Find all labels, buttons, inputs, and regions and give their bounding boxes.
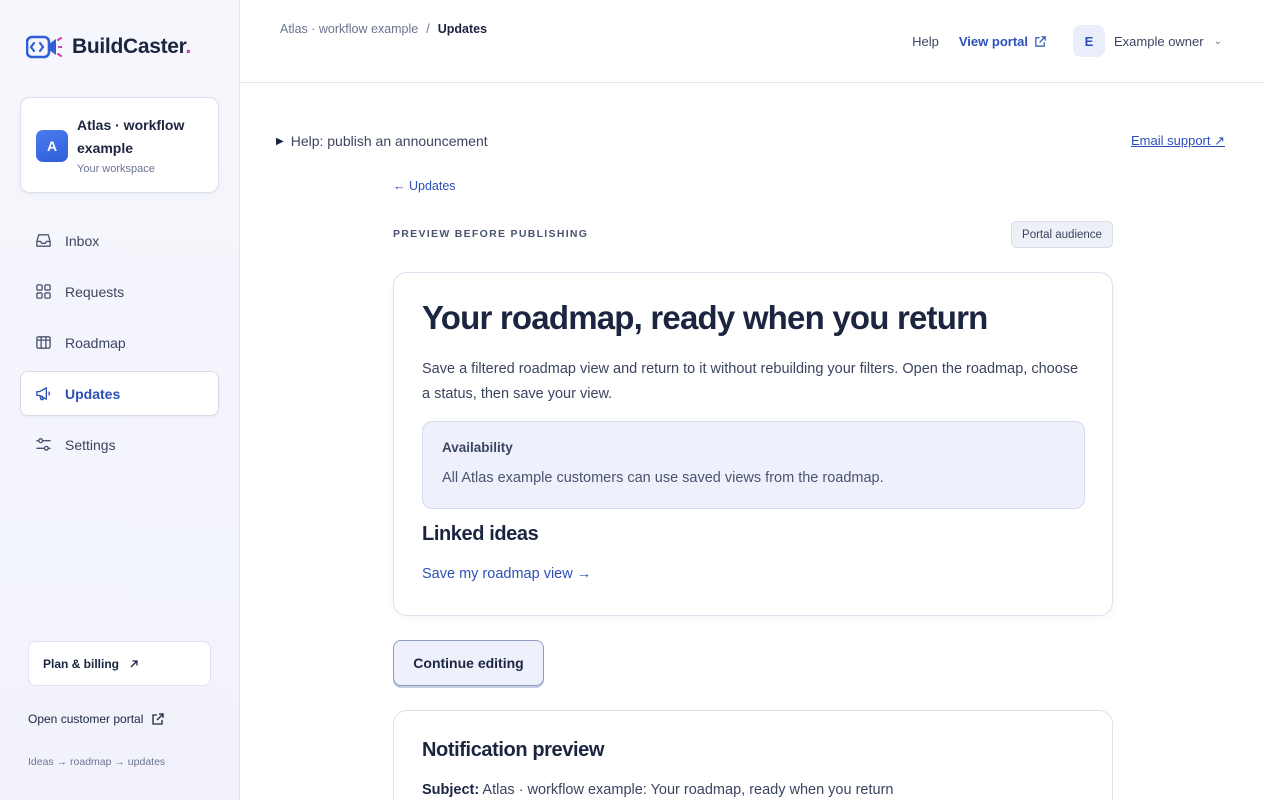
view-portal-link[interactable]: View portal bbox=[959, 34, 1047, 49]
workspace-switcher[interactable]: A Atlas · workflow example Your workspac… bbox=[20, 97, 219, 193]
caret-right-icon: ▶ bbox=[276, 135, 284, 147]
sidebar-item-label: Settings bbox=[65, 436, 116, 453]
sidebar-item-updates[interactable]: Updates bbox=[20, 371, 219, 416]
external-link-icon bbox=[1035, 35, 1046, 47]
notification-preview-card: Notification preview Subject: Atlas · wo… bbox=[393, 710, 1113, 800]
subject-label: Subject: bbox=[422, 782, 480, 798]
megaphone-icon bbox=[36, 387, 51, 401]
top-actions: Help View portal E Example owner ⌄ bbox=[912, 25, 1222, 57]
availability-text: All Atlas example customers can use save… bbox=[442, 470, 884, 486]
announcement-title: Your roadmap, ready when you return bbox=[422, 299, 988, 336]
sidebar-item-requests[interactable]: Requests bbox=[20, 269, 219, 314]
preview-eyebrow: PREVIEW BEFORE PUBLISHING bbox=[393, 228, 589, 240]
linked-ideas-heading: Linked ideas bbox=[422, 523, 539, 545]
help-disclosure-label: Help: publish an announcement bbox=[290, 133, 488, 149]
roadmap-icon bbox=[36, 336, 51, 349]
grid-icon bbox=[36, 284, 51, 299]
plan-billing-button[interactable]: Plan & billing bbox=[28, 641, 211, 686]
inbox-icon bbox=[36, 234, 51, 247]
linked-idea-link[interactable]: Save my roadmap view → bbox=[422, 566, 591, 582]
help-link[interactable]: Help bbox=[912, 34, 939, 49]
audience-badge: Portal audience bbox=[1011, 221, 1113, 248]
workspace-subtitle: Your workspace bbox=[77, 163, 155, 175]
sidebar-item-inbox[interactable]: Inbox bbox=[20, 218, 219, 263]
brand-logo[interactable]: BuildCaster. bbox=[26, 33, 191, 61]
breadcrumb-parent[interactable]: Atlas · workflow example bbox=[280, 22, 418, 36]
workspace-name: Atlas · workflow example bbox=[77, 117, 185, 156]
sidebar-item-label: Requests bbox=[65, 283, 125, 300]
arrow-up-right-icon bbox=[130, 659, 138, 667]
sidebar-nav: Inbox Requests Roadmap Updates Settings bbox=[20, 218, 219, 473]
avatar[interactable]: E bbox=[1073, 25, 1105, 57]
open-customer-portal-link[interactable]: Open customer portal bbox=[28, 712, 165, 726]
sidebar-item-roadmap[interactable]: Roadmap bbox=[20, 320, 219, 365]
notification-subject: Subject: Atlas · workflow example: Your … bbox=[422, 782, 893, 798]
announcement-body: Save a filtered roadmap view and return … bbox=[422, 361, 1079, 402]
notification-preview-heading: Notification preview bbox=[422, 739, 605, 761]
workflow-caption: Ideas → roadmap → updates bbox=[28, 756, 166, 768]
help-disclosure-toggle[interactable]: ▶ Help: publish an announcement bbox=[276, 133, 488, 149]
view-portal-label: View portal bbox=[958, 33, 1028, 49]
buildcaster-logo-icon bbox=[26, 35, 62, 59]
announcement-preview-card: Your roadmap, ready when you return Save… bbox=[393, 272, 1113, 616]
availability-callout: Availability All Atlas example customers… bbox=[422, 421, 1085, 509]
back-to-updates-link[interactable]: ← Updates bbox=[393, 179, 456, 193]
external-link-icon bbox=[152, 713, 165, 725]
breadcrumb-separator: / bbox=[426, 22, 430, 36]
sidebar-item-label: Roadmap bbox=[65, 334, 126, 351]
sliders-icon bbox=[36, 438, 51, 451]
header-divider bbox=[240, 82, 1265, 83]
top-bar: Atlas · workflow example / Updates Help … bbox=[240, 0, 1280, 83]
email-support-link[interactable]: Email support ↗ bbox=[1131, 133, 1225, 149]
chevron-down-icon[interactable]: ⌄ bbox=[1214, 36, 1222, 47]
brand-name: BuildCaster. bbox=[72, 35, 191, 58]
account-owner-name[interactable]: Example owner bbox=[1114, 34, 1204, 49]
open-portal-label: Open customer portal bbox=[28, 712, 144, 726]
subject-text: Atlas · workflow example: Your roadmap, … bbox=[479, 782, 894, 798]
workspace-avatar: A bbox=[36, 130, 68, 162]
sidebar-item-label: Updates bbox=[65, 385, 121, 402]
sidebar-item-settings[interactable]: Settings bbox=[20, 422, 219, 467]
breadcrumb: Atlas · workflow example / Updates bbox=[280, 22, 487, 36]
plan-billing-label: Plan & billing bbox=[43, 656, 120, 671]
sidebar: BuildCaster. A Atlas · workflow example … bbox=[0, 0, 240, 800]
sidebar-item-label: Inbox bbox=[65, 232, 100, 249]
availability-title: Availability bbox=[442, 440, 513, 455]
continue-editing-button[interactable]: Continue editing bbox=[393, 640, 544, 686]
breadcrumb-current: Updates bbox=[437, 22, 488, 36]
